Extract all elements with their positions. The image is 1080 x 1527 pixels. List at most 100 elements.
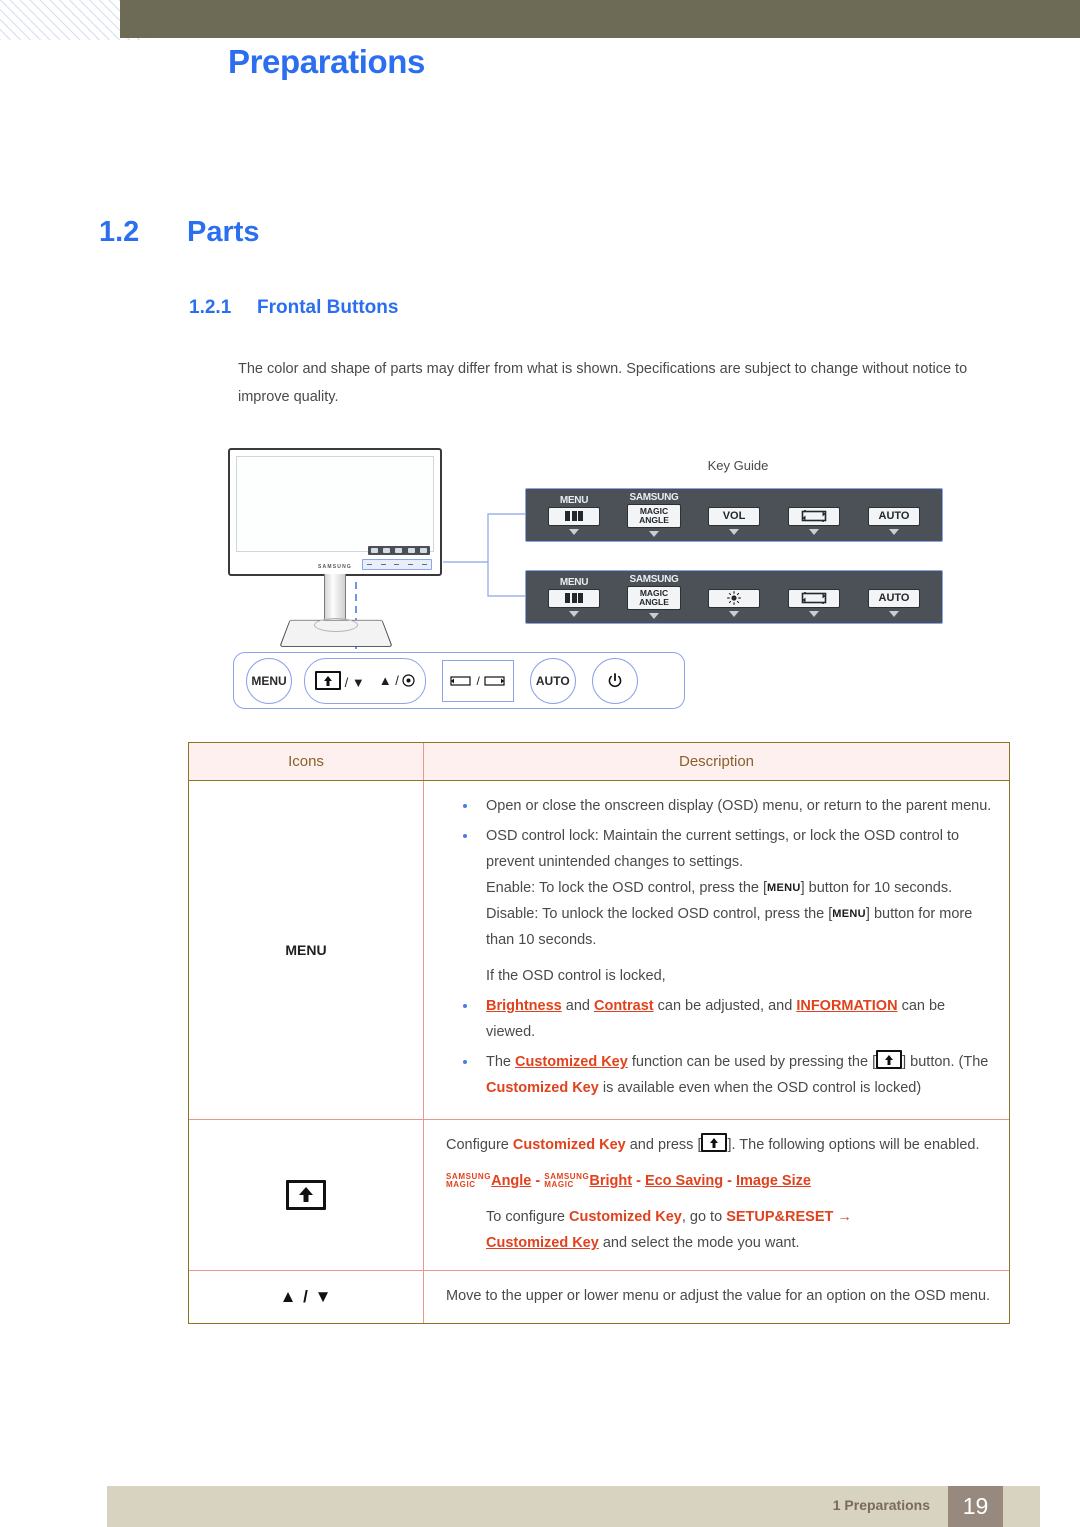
vol-box: VOL [708, 506, 760, 526]
front-power-button[interactable] [591, 657, 638, 704]
press-text: and press [ [625, 1137, 702, 1153]
select-mode-text: and select the mode you want. [598, 1235, 800, 1251]
goto-text: , go to [681, 1209, 727, 1225]
note-pre: To configure [486, 1209, 570, 1225]
front-customkey-down[interactable]: / ▼ [315, 671, 365, 690]
source-box [788, 506, 840, 526]
source-icon [801, 592, 827, 604]
key-guide-cell-menu: MENU [534, 494, 614, 535]
chevron-down-icon [729, 610, 739, 617]
key-guide-menu-label: MENU [559, 494, 589, 506]
list-item: Open or close the onscreen display (OSD)… [446, 793, 995, 819]
the-text: The [486, 1054, 516, 1070]
key-guide-cell-magic-angle-2: SAMSUNG MAGIC ANGLE [614, 575, 694, 619]
menu-bullet-list: Open or close the onscreen display (OSD)… [446, 793, 995, 953]
option-angle[interactable]: Angle [491, 1173, 531, 1189]
samsung-label: SAMSUNG [629, 492, 679, 503]
samsung-magic-prefix-2: SAMSUNG MAGIC [544, 1172, 589, 1190]
chevron-down-icon [649, 613, 659, 619]
osd-lock-text: OSD control lock: Maintain the current s… [486, 828, 960, 870]
menu-bars-icon [548, 506, 600, 526]
magic-text: MAGIC [446, 1180, 476, 1189]
customized-key-link[interactable]: Customized Key [515, 1054, 628, 1070]
hatch-decoration [0, 0, 140, 40]
list-item: OSD control lock: Maintain the current s… [446, 823, 995, 953]
function-text: function can be used by pressing the [ [627, 1054, 877, 1070]
table-row: Configure Customized Key and press [ ]. T… [189, 1119, 1009, 1271]
up-arrow-box-icon [286, 1180, 326, 1210]
front-auto-button[interactable]: AUTO [529, 657, 576, 704]
slash-separator: / [476, 673, 480, 688]
table-header-icons: Icons [189, 743, 424, 781]
list-item: Brightness and Contrast can be adjusted,… [446, 993, 995, 1045]
customized-key-link[interactable]: Customized Key [486, 1235, 599, 1251]
angle-label: ANGLE [639, 515, 669, 525]
intro-paragraph: The color and shape of parts may differ … [238, 361, 968, 405]
key-guide-cell-source [774, 496, 854, 535]
section-heading-1-number: 1.2 [99, 216, 140, 248]
enable-pre-text: Enable: To lock the OSD control, press t… [486, 880, 768, 896]
front-source-button[interactable]: / [442, 659, 514, 702]
customkey-options-line: SAMSUNG MAGIC Angle - SAMSUNG MAGIC Bright -… [446, 1168, 995, 1194]
chevron-down-icon [889, 610, 899, 617]
monitor-stand-base-oval [314, 618, 358, 632]
separator-2: - [632, 1173, 645, 1189]
separator-3: - [723, 1173, 736, 1189]
information-link[interactable]: INFORMATION [796, 998, 897, 1014]
key-guide-label: Key Guide [707, 458, 769, 473]
menu-key-label: MENU [767, 882, 801, 894]
brightness-link[interactable]: Brightness [486, 998, 562, 1014]
options-text: ]. The following options will be enabled… [727, 1137, 980, 1153]
monitor-front-keys [362, 559, 432, 570]
front-customized-updown-pill[interactable]: / ▼ ▲ / [304, 657, 427, 704]
magic-angle-box: MAGIC ANGLE [627, 504, 681, 528]
chevron-down-icon [809, 610, 819, 617]
front-up-source[interactable]: ▲ / [379, 673, 416, 688]
chevron-down-icon [729, 528, 739, 535]
locked-sub-list: Brightness and Contrast can be adjusted,… [446, 993, 995, 1101]
up-down-arrow-icon: ▲ / ▼ [279, 1287, 333, 1306]
footer-chapter-label: 1 Preparations [832, 1497, 930, 1513]
key-guide-cell-vol: VOL [694, 496, 774, 535]
frontal-buttons-figure: SAMSUNG Key Guide MENU SAMSUNG MAGIC ANG… [188, 440, 1008, 725]
brightness-box [708, 588, 760, 608]
configure-pre: Configure [446, 1137, 513, 1153]
customized-key-label: Customized Key [569, 1209, 682, 1225]
monitor-screen [236, 456, 434, 552]
key-guide-cell-auto-2: AUTO [854, 578, 934, 617]
source-box [788, 588, 840, 608]
osd-locked-note: If the OSD control is locked, [486, 968, 666, 984]
key-guide-menu-label-2: MENU [559, 576, 589, 588]
key-guide-panel-1: MENU SAMSUNG MAGIC ANGLE VOL AUTO [525, 488, 943, 542]
row-menu-icon-cell: MENU [189, 780, 424, 1120]
magic-text: MAGIC [544, 1180, 574, 1189]
row-updown-description-cell: Move to the upper or lower menu or adjus… [446, 1288, 991, 1304]
front-menu-button[interactable]: MENU [246, 657, 292, 704]
up-arrow-box-icon [701, 1133, 728, 1152]
section-heading-1-text: Parts [187, 216, 260, 248]
row-customkey-icon-cell [189, 1119, 424, 1271]
chevron-down-icon [889, 528, 899, 535]
samsung-label-2: SAMSUNG [629, 574, 679, 585]
section-heading-2: 1.2.1 Frontal Buttons [189, 297, 398, 319]
option-image-size[interactable]: Image Size [736, 1173, 811, 1189]
power-icon [608, 672, 622, 687]
option-eco-saving[interactable]: Eco Saving [645, 1173, 723, 1189]
section-heading-1: 1.2 Parts [99, 216, 260, 249]
row-updown-icon-cell: ▲ / ▼ [189, 1270, 424, 1323]
icons-description-table: Icons Description MENU Open or close the… [188, 742, 1010, 1324]
source-icon [801, 510, 827, 522]
contrast-link[interactable]: Contrast [594, 998, 654, 1014]
customkey-note: To configure Customized Key, go to SETUP… [446, 1204, 995, 1256]
key-guide-cell-menu-2: MENU [534, 576, 614, 617]
frontal-button-bar: MENU / ▼ ▲ / / AUTO [233, 652, 685, 709]
chevron-down-icon [809, 528, 819, 535]
available-text: is available even when the OSD control i… [598, 1080, 922, 1096]
key-guide-cell-auto: AUTO [854, 496, 934, 535]
option-bright[interactable]: Bright [589, 1173, 632, 1189]
setup-reset-label: SETUP&RESET [726, 1209, 834, 1225]
customized-key-label: Customized Key [486, 1080, 599, 1096]
monitor-osd-keyguide [368, 546, 430, 555]
